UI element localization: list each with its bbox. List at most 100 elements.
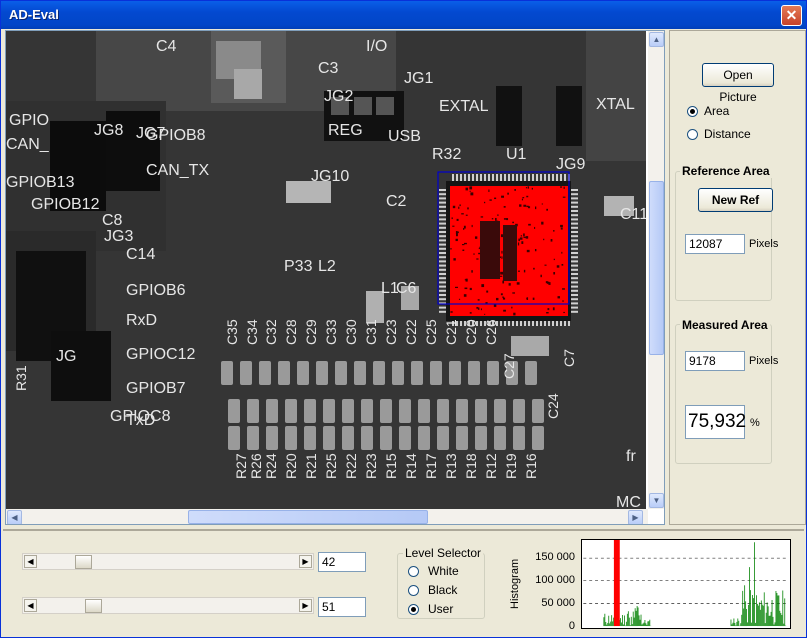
pcb-silkscreen-label: C7: [561, 349, 577, 367]
histogram-ytick-150000: 150 000: [535, 551, 575, 563]
radio-area[interactable]: [687, 106, 698, 117]
pcb-silkscreen-label: C34: [244, 319, 260, 345]
pcb-silkscreen-label: CAN_: [6, 136, 50, 153]
close-button[interactable]: ✕: [781, 5, 802, 26]
pcb-silkscreen-label: JG9: [556, 156, 585, 173]
pcb-silkscreen-label: P33: [284, 258, 313, 275]
pcb-silkscreen-label: R23: [363, 453, 379, 479]
pcb-silkscreen-label: fr: [626, 448, 636, 465]
slider-1-left-button[interactable]: ◀: [24, 555, 37, 568]
pcb-silkscreen-label: L2: [318, 258, 336, 275]
pcb-silkscreen-label: EXTAL: [439, 98, 489, 115]
level-slider-1[interactable]: ◀ ▶: [22, 553, 314, 570]
histogram-ytick-0: 0: [568, 620, 575, 632]
percent-field[interactable]: 75,932: [685, 405, 746, 439]
pcb-silkscreen-label: C32: [263, 319, 279, 345]
slider-2-left-button[interactable]: ◀: [24, 599, 37, 612]
image-viewport[interactable]: C4 C3 I/O JG1 JG2 EXTAL XTAL REG USB JG8 JG7 GPIO CA…: [5, 30, 665, 525]
pcb-silkscreen-label: C21: [443, 319, 459, 345]
measured-pixels-unit: Pixels: [749, 355, 779, 367]
horizontal-scroll-thumb[interactable]: [188, 510, 428, 524]
radio-area-label: Area: [704, 104, 730, 118]
radio-black[interactable]: [408, 585, 419, 596]
pcb-silkscreen-label: U1: [506, 146, 527, 163]
pcb-silkscreen-label: C2: [386, 193, 407, 210]
slider-1-right-button[interactable]: ▶: [299, 555, 312, 568]
open-picture-button[interactable]: Open Picture: [702, 63, 774, 104]
pcb-silkscreen-label: C28: [283, 319, 299, 345]
pcb-silkscreen-label: REG: [328, 122, 363, 139]
slider-2-value-field[interactable]: 51: [318, 597, 366, 617]
scroll-left-button[interactable]: ◀: [7, 510, 22, 524]
radio-distance-label: Distance: [704, 127, 751, 141]
pcb-silkscreen-label: C20: [463, 319, 479, 345]
pcb-silkscreen-label: R26: [248, 453, 264, 479]
pcb-silkscreen-label: C4: [156, 38, 177, 55]
pcb-silkscreen-label: C8: [102, 212, 123, 229]
slider-1-value-field[interactable]: 42: [318, 552, 366, 572]
level-selector-title: Level Selector: [403, 546, 484, 560]
pcb-silkscreen-label: C25: [423, 319, 439, 345]
slider-2-thumb[interactable]: [84, 599, 102, 613]
pcb-silkscreen-label: JG: [56, 348, 76, 365]
measured-pixels-field[interactable]: 9178: [685, 351, 745, 371]
pcb-silkscreen-label: GPIOB7: [126, 380, 186, 397]
pcb-silkscreen-label: GPIOB12: [31, 196, 100, 213]
pcb-silkscreen-label: R31: [13, 365, 29, 391]
scroll-down-button[interactable]: ▼: [649, 493, 664, 508]
level-slider-2[interactable]: ◀ ▶: [22, 597, 314, 614]
vertical-scroll-thumb[interactable]: [649, 181, 664, 355]
pcb-silkscreen-label: GPIOB6: [126, 282, 186, 299]
scroll-up-button[interactable]: ▲: [649, 32, 664, 47]
radio-white[interactable]: [408, 566, 419, 577]
pcb-image[interactable]: C4C3I/OJG1JG2EXTAL XTALREG USBJG8 JG7GPIOCA…: [6, 31, 646, 511]
pcb-silkscreen-label: I/O: [366, 38, 387, 55]
pcb-silkscreen-label: R22: [343, 453, 359, 479]
measured-area-title: Measured Area: [680, 318, 770, 332]
histogram-plot: [581, 539, 791, 629]
pcb-silkscreen-label: R14: [403, 453, 419, 479]
histogram-ylabel: Histogram: [509, 558, 521, 609]
pcb-silkscreen-label: R16: [523, 453, 539, 479]
percent-unit: %: [750, 417, 760, 429]
radio-user[interactable]: [408, 604, 419, 615]
pcb-silkscreen-label: C6: [396, 280, 417, 297]
pcb-silkscreen-label: C22: [403, 319, 419, 345]
window-title: AD-Eval: [9, 7, 59, 22]
pcb-silkscreen-label: C30: [343, 319, 359, 345]
title-bar[interactable]: AD-Eval ✕: [1, 1, 806, 29]
app-window: AD-Eval ✕ C4 C3 I/O JG1 JG2 EXTAL XTAL R…: [0, 0, 807, 638]
pcb-silkscreen-label: GPIOC8: [110, 408, 171, 425]
radio-black-label: Black: [428, 583, 458, 597]
radio-distance[interactable]: [687, 129, 698, 140]
bottom-panel: ◀ ▶ 42 ◀ ▶ 51 Level Selector White Black…: [3, 529, 804, 636]
vertical-scrollbar[interactable]: ▲ ▼: [648, 31, 664, 509]
histogram-ytick-50000: 50 000: [541, 597, 575, 609]
pcb-silkscreen-label: GPIOB8: [146, 127, 206, 144]
pcb-silkscreen-label: R27: [233, 453, 249, 479]
radio-white-label: White: [428, 564, 459, 578]
slider-1-thumb[interactable]: [74, 555, 92, 569]
pcb-silkscreen-label: C26: [483, 319, 499, 345]
measured-area-group: [675, 324, 772, 464]
reference-area-title: Reference Area: [680, 164, 772, 178]
slider-2-right-button[interactable]: ▶: [299, 599, 312, 612]
pcb-silkscreen-label: R20: [283, 453, 299, 479]
pcb-silkscreen-label: GPIOC12: [126, 346, 195, 363]
reference-pixels-field[interactable]: 12087: [685, 234, 745, 254]
radio-user-label: User: [428, 602, 454, 616]
pcb-silkscreen-label: R18: [463, 453, 479, 479]
pcb-silkscreen-label: C24: [545, 393, 561, 419]
pcb-silkscreen-label: GPIO: [9, 112, 49, 129]
control-panel: Open Picture Area Distance Reference Are…: [669, 30, 806, 525]
pcb-silkscreen-label: C29: [303, 319, 319, 345]
pcb-silkscreen-label: C3: [318, 60, 339, 77]
new-ref-button[interactable]: New Ref: [698, 188, 773, 212]
pcb-silkscreen-label: R17: [423, 453, 439, 479]
pcb-silkscreen-label: JG2: [324, 88, 353, 105]
pcb-silkscreen-label: R25: [323, 453, 339, 479]
pcb-silkscreen-label: RxD: [126, 312, 157, 329]
scroll-right-button[interactable]: ▶: [628, 510, 643, 524]
histogram-ytick-100000: 100 000: [535, 574, 575, 586]
horizontal-scrollbar[interactable]: ◀ ▶: [6, 509, 648, 524]
